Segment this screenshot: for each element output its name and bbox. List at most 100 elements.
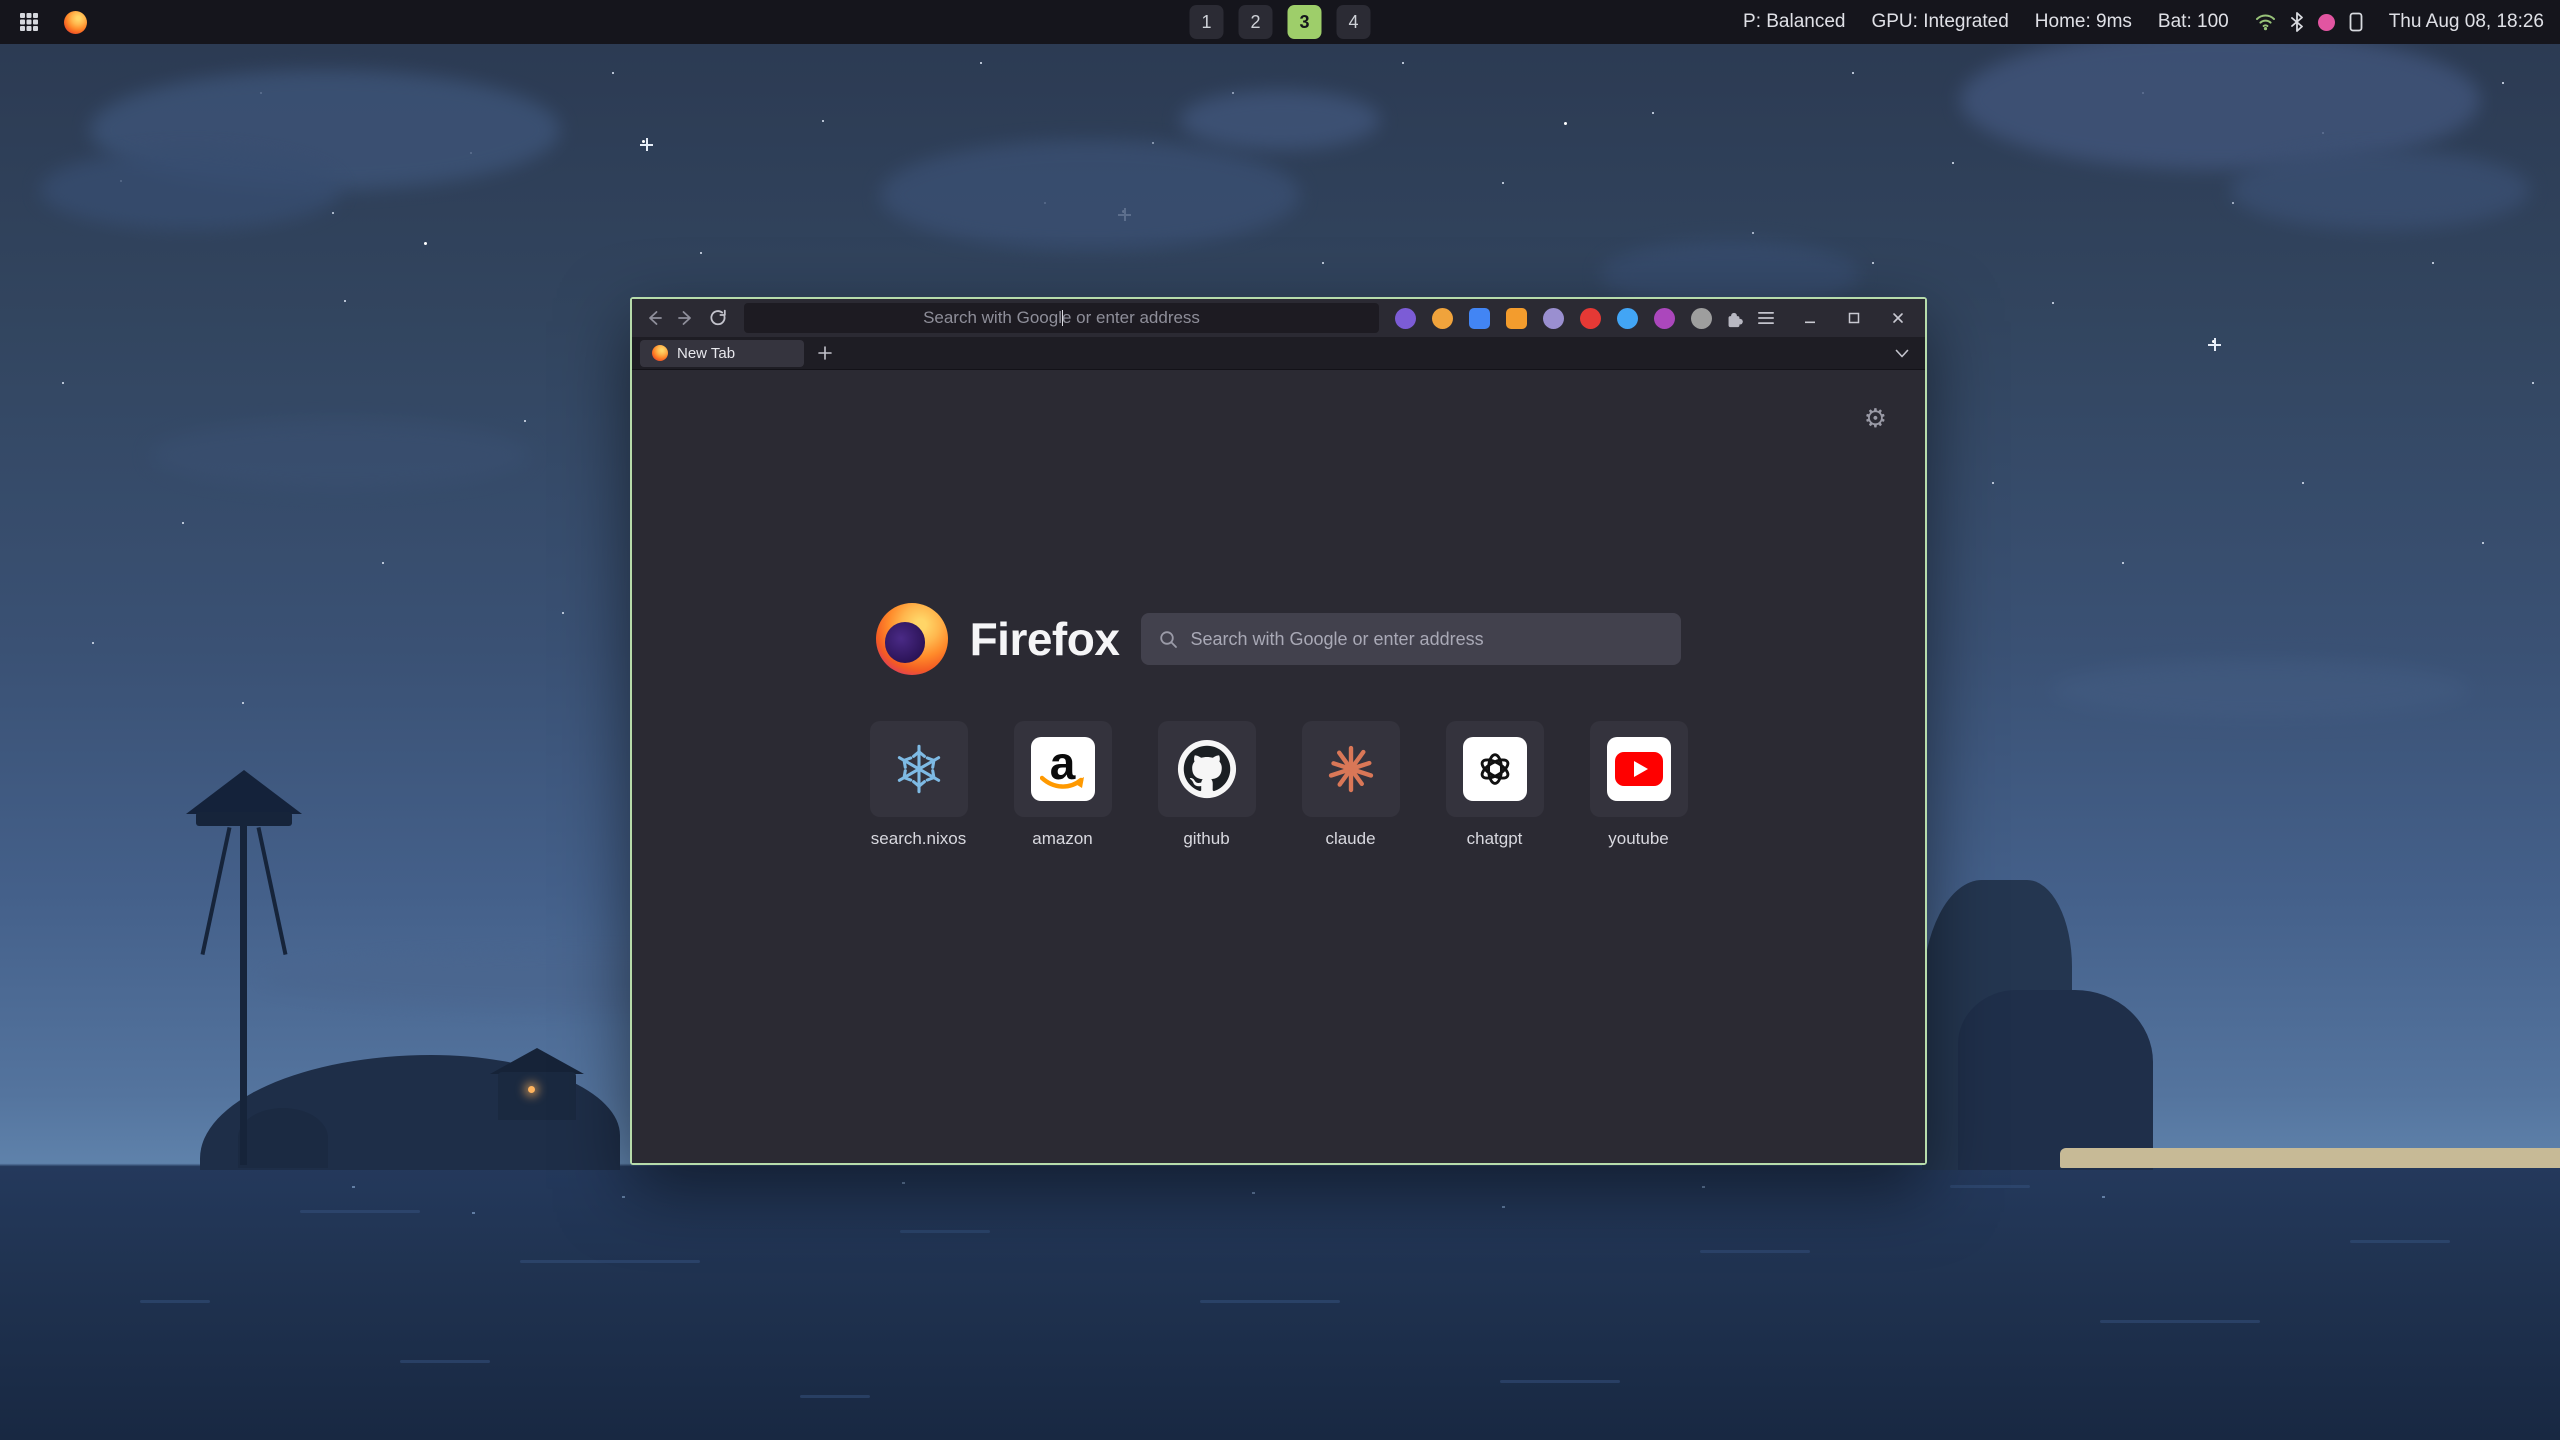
urlbar[interactable] xyxy=(744,303,1379,333)
firefox-taskbar-icon[interactable] xyxy=(60,7,90,37)
new-tab-button[interactable] xyxy=(812,340,838,366)
cloud xyxy=(1960,30,2480,170)
new-tab-page: ⚙ Firefox xyxy=(632,370,1925,1163)
wave xyxy=(140,1300,210,1303)
text-caret xyxy=(1062,310,1064,326)
maximize-button[interactable] xyxy=(1839,304,1869,332)
watchtower-pole xyxy=(240,820,247,1165)
shortcut-search-nixos[interactable]: search.nixos xyxy=(870,721,968,849)
workspace-button-2[interactable]: 2 xyxy=(1239,5,1273,39)
watchtower-leg xyxy=(201,827,232,955)
extension-icon-3[interactable] xyxy=(1469,308,1490,329)
newtab-search[interactable] xyxy=(1141,613,1681,665)
home-latency-status[interactable]: Home: 9ms xyxy=(2035,11,2132,33)
close-icon xyxy=(1890,310,1906,326)
shortcut-tiles: search.nixos a amazon xyxy=(632,721,1925,849)
list-tabs-button[interactable] xyxy=(1889,340,1915,366)
tab-title: New Tab xyxy=(677,345,735,362)
cloud xyxy=(880,140,1300,250)
tab-bar: New Tab xyxy=(632,337,1925,370)
wave xyxy=(800,1395,870,1398)
shortcut-youtube[interactable]: youtube xyxy=(1590,721,1688,849)
shortcut-chatgpt[interactable]: chatgpt xyxy=(1446,721,1544,849)
reload-button[interactable] xyxy=(704,304,732,332)
navigation-toolbar xyxy=(632,299,1925,337)
extension-icon-9[interactable] xyxy=(1691,308,1712,329)
personalize-gear-icon[interactable]: ⚙ xyxy=(1864,404,1887,434)
shortcut-claude[interactable]: claude xyxy=(1302,721,1400,849)
workspace-button-1[interactable]: 1 xyxy=(1190,5,1224,39)
bluetooth-icon[interactable] xyxy=(2290,12,2304,32)
workspace-button-4[interactable]: 4 xyxy=(1337,5,1371,39)
cloud xyxy=(150,420,530,490)
wave xyxy=(2100,1320,2260,1323)
topbar-left xyxy=(0,7,90,37)
firefox-favicon-icon xyxy=(652,345,668,361)
newtab-search-input[interactable] xyxy=(1190,629,1663,650)
tile-label: search.nixos xyxy=(871,829,966,849)
hut xyxy=(498,1072,576,1120)
extension-icon-1[interactable] xyxy=(1395,308,1416,329)
shortcut-github[interactable]: github xyxy=(1158,721,1256,849)
youtube-icon xyxy=(1607,737,1671,801)
search-icon xyxy=(1159,630,1178,649)
power-profile-status[interactable]: P: Balanced xyxy=(1743,11,1845,33)
battery-status[interactable]: Bat: 100 xyxy=(2158,11,2229,33)
watchtower-roof xyxy=(186,770,302,814)
extension-icon-7[interactable] xyxy=(1617,308,1638,329)
topbar-status: P: Balanced GPU: Integrated Home: 9ms Ba… xyxy=(1743,11,2560,33)
display-icon[interactable] xyxy=(2349,12,2363,32)
extension-icon-5[interactable] xyxy=(1543,308,1564,329)
reload-icon xyxy=(708,308,728,328)
topbar: 1 2 3 4 P: Balanced GPU: Integrated Home… xyxy=(0,0,2560,44)
forward-button[interactable] xyxy=(672,304,700,332)
extension-icon-8[interactable] xyxy=(1654,308,1675,329)
back-button[interactable] xyxy=(640,304,668,332)
wave xyxy=(1500,1380,1620,1383)
github-octocat-icon xyxy=(1176,738,1238,800)
watchtower-leg xyxy=(257,827,288,955)
tab-new-tab[interactable]: New Tab xyxy=(640,340,804,367)
gpu-status[interactable]: GPU: Integrated xyxy=(1871,11,2008,33)
maximize-icon xyxy=(1846,310,1862,326)
tile-label: amazon xyxy=(1032,829,1092,849)
app-launcher-button[interactable] xyxy=(14,7,44,37)
desktop: 1 2 3 4 P: Balanced GPU: Integrated Home… xyxy=(0,0,2560,1440)
workspace-switcher: 1 2 3 4 xyxy=(1190,0,1371,44)
wave xyxy=(520,1260,700,1263)
tile-box: a xyxy=(1014,721,1112,817)
extension-icon-4[interactable] xyxy=(1506,308,1527,329)
minimize-button[interactable] xyxy=(1795,304,1825,332)
window-controls xyxy=(1795,304,1913,332)
shortcut-amazon[interactable]: a amazon xyxy=(1014,721,1112,849)
back-arrow-icon xyxy=(644,308,664,328)
plus-icon xyxy=(818,346,832,360)
workspace-button-3[interactable]: 3 xyxy=(1288,5,1322,39)
tile-box xyxy=(1590,721,1688,817)
close-button[interactable] xyxy=(1883,304,1913,332)
star-sparkle xyxy=(640,138,653,151)
chevron-down-icon xyxy=(1895,349,1909,358)
firefox-wordmark: Firefox xyxy=(970,612,1120,666)
puzzle-icon xyxy=(1724,308,1744,328)
hut-light xyxy=(528,1086,535,1093)
firefox-icon xyxy=(64,11,87,34)
hamburger-icon xyxy=(1757,310,1775,326)
star-sparkle xyxy=(2208,338,2221,351)
extensions-button[interactable] xyxy=(1720,304,1748,332)
menu-button[interactable] xyxy=(1752,304,1780,332)
tile-box xyxy=(870,721,968,817)
firefox-logo-icon xyxy=(876,603,948,675)
indicator-icon[interactable] xyxy=(2318,14,2335,31)
clock[interactable]: Thu Aug 08, 18:26 xyxy=(2389,11,2544,33)
haze xyxy=(2050,660,2470,720)
tile-label: youtube xyxy=(1608,829,1669,849)
extension-icon-6[interactable] xyxy=(1580,308,1601,329)
claude-starburst-icon xyxy=(1323,741,1379,797)
nixos-snowflake-icon xyxy=(890,740,948,798)
wifi-icon[interactable] xyxy=(2255,13,2276,31)
wave xyxy=(1200,1300,1340,1303)
extension-icon-2[interactable] xyxy=(1432,308,1453,329)
wave xyxy=(300,1210,420,1213)
wave xyxy=(1700,1250,1810,1253)
